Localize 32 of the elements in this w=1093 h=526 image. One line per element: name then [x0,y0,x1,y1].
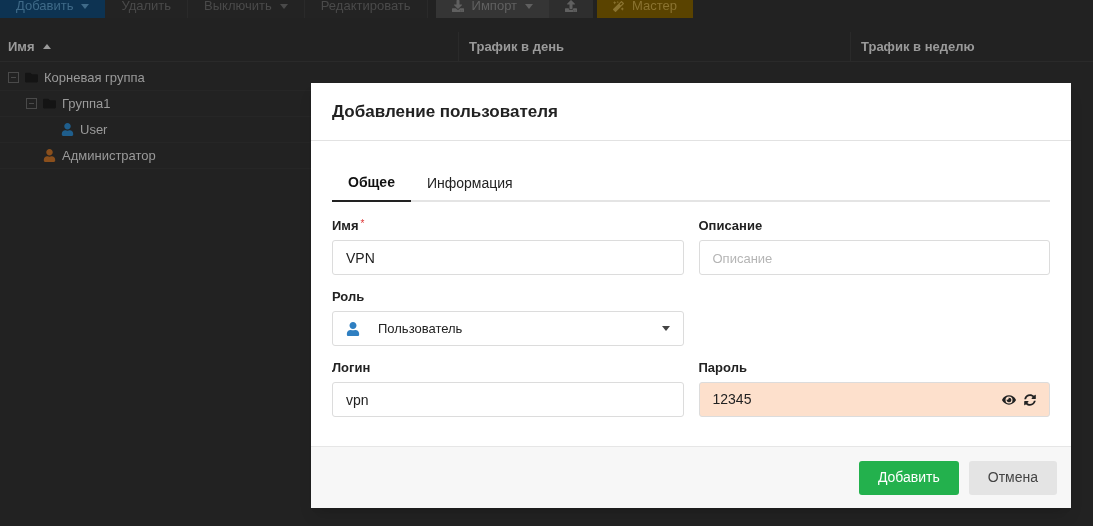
text-field[interactable]: vpn [332,382,684,417]
column-header[interactable]: Трафик в день [469,36,565,57]
password-field[interactable]: 12345 [698,382,1050,417]
field-label: Имя [332,217,359,235]
collapse-icon[interactable] [26,98,37,109]
upload-icon [565,0,578,12]
refresh-icon[interactable] [1024,393,1036,406]
collapse-icon[interactable] [8,72,19,83]
tree-item-label[interactable]: Корневая группа [44,67,145,88]
wand-icon [613,0,625,12]
upload-button[interactable] [549,0,594,18]
field-label: Пароль [698,359,747,377]
download-icon [451,0,464,12]
tree-item-label[interactable]: User [80,119,108,140]
dialog-title: Добавление пользователя [332,100,558,123]
caret-icon [661,326,670,331]
tab[interactable]: Общее [332,165,411,202]
eye-icon[interactable] [1002,392,1016,407]
field-label: Описание [698,217,763,235]
required-mark: * [360,217,365,231]
tab[interactable]: Информация [410,165,529,202]
user-icon [346,321,360,336]
select-field[interactable]: Пользователь [332,311,684,346]
tree-item-label[interactable]: Группа1 [62,93,111,114]
text-field[interactable]: Описание [698,240,1050,275]
cancel-button[interactable]: Отмена [968,460,1057,495]
field-label: Логин [332,359,371,377]
text-field[interactable]: VPN [332,240,684,275]
field-label: Роль [332,288,365,306]
column-header[interactable]: Имя [8,36,35,57]
column-header[interactable]: Трафик в неделю [861,36,975,57]
tree-item-label[interactable]: Администратор [62,145,156,166]
